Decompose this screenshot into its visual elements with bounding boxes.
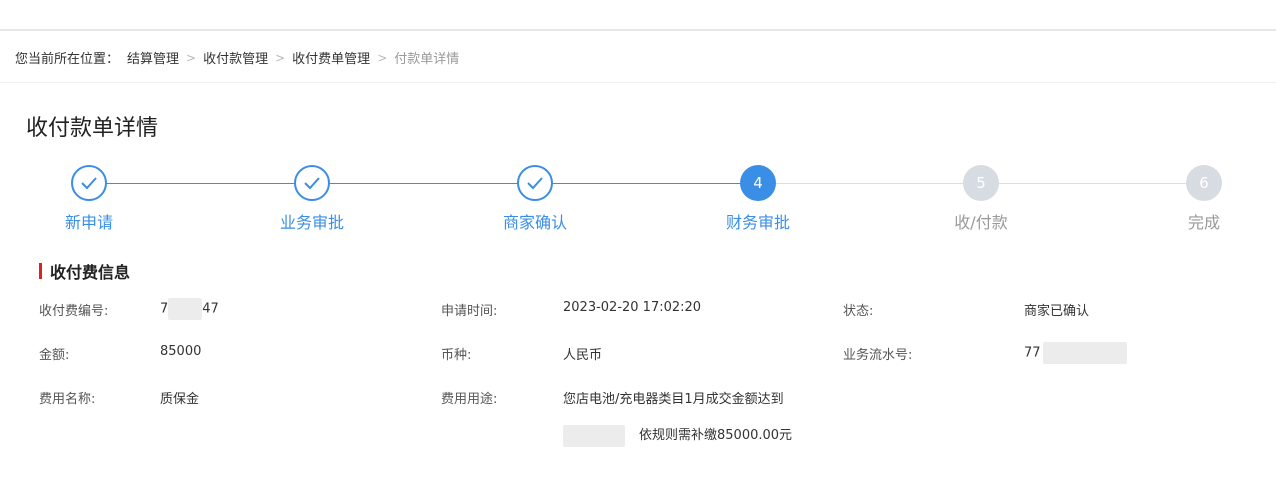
fee-name-value: 质保金 xyxy=(160,392,200,407)
progress-line-done xyxy=(89,183,758,184)
currency-label: 币种: xyxy=(441,348,472,363)
serial-prefix: 77 xyxy=(1024,345,1041,361)
breadcrumb-current: 付款单详情 xyxy=(394,52,460,67)
redacted-block xyxy=(168,298,203,320)
step-number: 4 xyxy=(740,165,776,201)
fee-use-line2-text: 依规则需补缴85000.00元 xyxy=(639,428,793,443)
fee-use-line2: 依规则需补缴85000.00元 xyxy=(563,424,792,447)
check-icon xyxy=(71,165,107,201)
chevron-right-icon: > xyxy=(377,50,388,65)
serial-value: 77 xyxy=(1024,342,1127,364)
breadcrumb-prefix: 您当前所在位置： xyxy=(15,52,120,67)
step-number: 5 xyxy=(963,165,999,201)
top-strip xyxy=(0,0,1276,31)
apply-time-value: 2023-02-20 17:02:20 xyxy=(563,300,702,315)
check-icon xyxy=(294,165,330,201)
chevron-right-icon: > xyxy=(186,50,197,65)
section-title: 收付费信息 xyxy=(39,259,130,283)
amount-value: 85000 xyxy=(160,344,202,359)
chevron-right-icon: > xyxy=(275,50,286,65)
step-label: 财务审批 xyxy=(725,213,790,232)
code-value: 7 47 xyxy=(160,298,219,320)
code-label: 收付费编号: xyxy=(39,304,109,319)
section-title-text: 收付费信息 xyxy=(50,263,131,282)
code-suffix: 47 xyxy=(202,301,219,317)
step-label: 完成 xyxy=(1187,213,1220,232)
section-accent-bar xyxy=(39,263,42,279)
step-label: 商家确认 xyxy=(502,213,567,232)
step-number: 6 xyxy=(1186,165,1222,201)
breadcrumb: 您当前所在位置： 结算管理 > 收付款管理 > 收付费单管理 > 付款单详情 xyxy=(0,33,1276,83)
apply-time-label: 申请时间: xyxy=(441,304,498,319)
status-value: 商家已确认 xyxy=(1024,304,1090,319)
fee-use-label: 费用用途: xyxy=(441,392,498,407)
serial-label: 业务流水号: xyxy=(843,348,913,363)
fee-name-label: 费用名称: xyxy=(39,392,96,407)
check-icon xyxy=(517,165,553,201)
step-finance-approval: 4 财务审批 xyxy=(698,165,818,233)
code-prefix: 7 xyxy=(160,301,169,317)
redacted-block xyxy=(563,424,625,447)
step-label: 新申请 xyxy=(64,213,113,232)
step-payment: 5 收/付款 xyxy=(921,165,1041,233)
step-label: 收/付款 xyxy=(954,213,1008,232)
redacted-block xyxy=(1042,342,1127,364)
breadcrumb-item-payment[interactable]: 收付款管理 xyxy=(203,48,268,67)
fee-use-line1: 您店电池/充电器类目1月成交金额达到 xyxy=(563,392,784,407)
breadcrumb-item-fee-list[interactable]: 收付费单管理 xyxy=(292,48,370,67)
progress-steps: 新申请 业务审批 商家确认 4 财务审批 5 收/付款 6 完成 xyxy=(0,165,1276,235)
status-label: 状态: xyxy=(843,304,874,319)
breadcrumb-item-settlement[interactable]: 结算管理 xyxy=(127,48,179,67)
step-complete: 6 完成 xyxy=(1144,165,1264,233)
page-title: 收付款单详情 xyxy=(26,116,159,141)
currency-value: 人民币 xyxy=(563,348,603,363)
step-label: 业务审批 xyxy=(279,213,344,232)
step-business-approval: 业务审批 xyxy=(252,165,372,233)
step-merchant-confirm: 商家确认 xyxy=(475,165,595,233)
amount-label: 金额: xyxy=(39,348,70,363)
step-new-request: 新申请 xyxy=(29,165,149,233)
